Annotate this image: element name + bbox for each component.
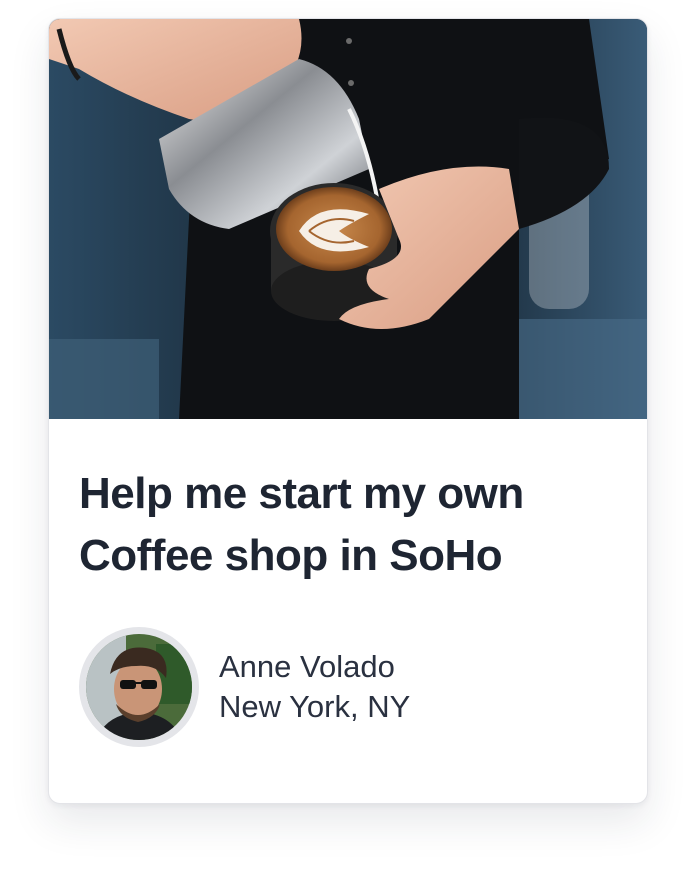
project-card[interactable]: Help me start my own Coffee shop in SoHo <box>48 18 648 804</box>
project-title[interactable]: Help me start my own Coffee shop in SoHo <box>79 463 599 587</box>
author-location: New York, NY <box>219 689 411 724</box>
author-info[interactable]: Anne Volado New York, NY <box>79 627 410 747</box>
card-hero-image <box>49 19 647 419</box>
man-with-sunglasses-icon <box>86 634 192 740</box>
avatar[interactable] <box>79 627 199 747</box>
author-name[interactable]: Anne Volado <box>219 647 410 687</box>
author-photo <box>86 634 192 740</box>
coffee-latte-art-photo <box>49 19 647 419</box>
author-details: Anne Volado New York, NY <box>219 647 410 727</box>
